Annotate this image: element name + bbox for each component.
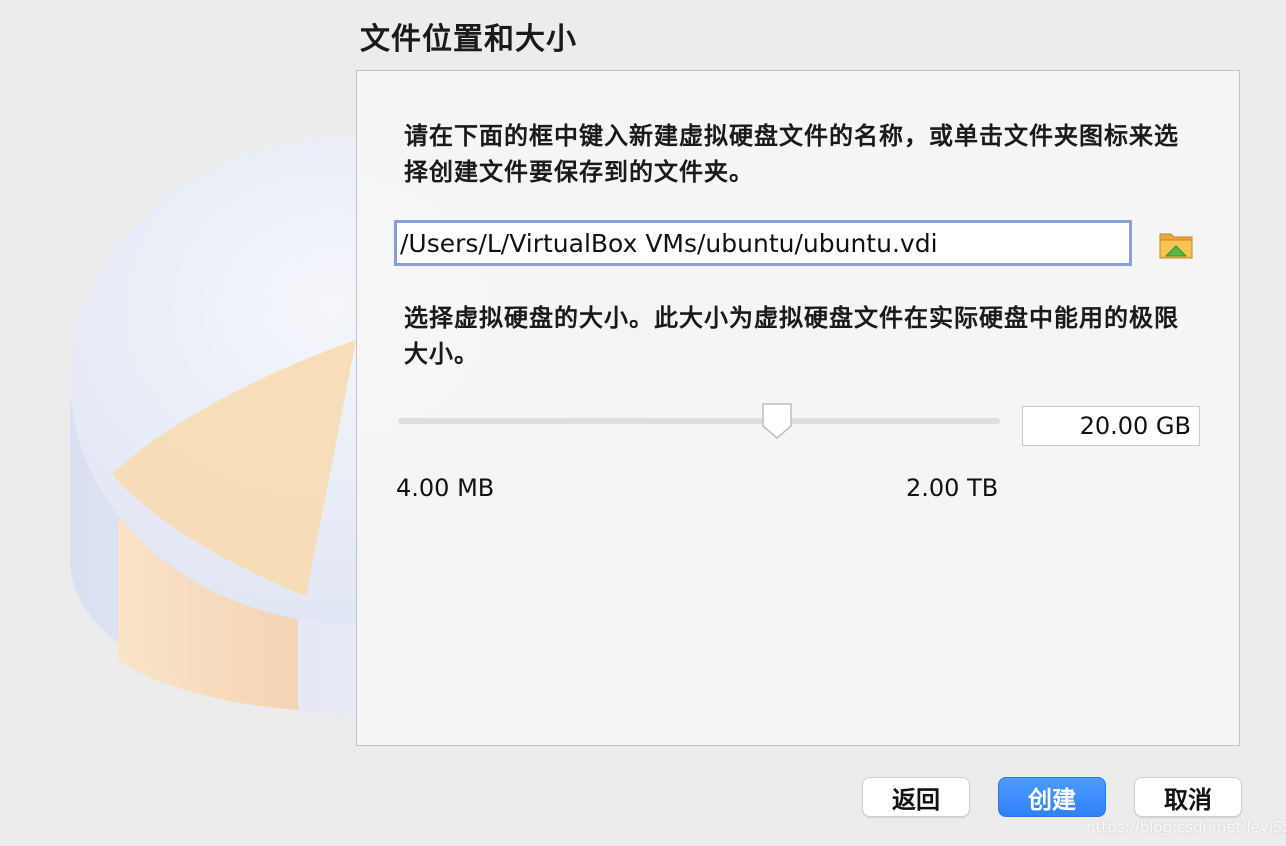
virtual-disk-wizard-window: 文件位置和大小 请在下面的框中键入新建虚拟硬盘文件的名称，或单击文件夹图标来选择… <box>0 0 1286 846</box>
location-description: 请在下面的框中键入新建虚拟硬盘文件的名称，或单击文件夹图标来选择创建文件要保存到… <box>404 122 1179 186</box>
size-slider-thumb[interactable] <box>759 402 795 440</box>
watermark: https://blog.csdn.net/leyi520 <box>1086 818 1286 836</box>
disk-side <box>70 400 360 716</box>
create-button[interactable]: 创建 <box>998 777 1106 817</box>
size-min-label: 4.00 MB <box>396 474 495 502</box>
page-title: 文件位置和大小 <box>360 22 577 57</box>
choose-folder-button[interactable] <box>1158 226 1194 262</box>
cancel-button[interactable]: 取消 <box>1134 777 1242 817</box>
disk-pie-slice <box>112 340 356 596</box>
folder-icon <box>1159 233 1193 259</box>
back-button[interactable]: 返回 <box>862 777 970 817</box>
size-max-label: 2.00 TB <box>906 474 999 502</box>
disk-side-orange-band <box>118 520 298 710</box>
file-path-input[interactable] <box>394 220 1132 266</box>
size-input[interactable] <box>1022 406 1200 446</box>
size-slider-track[interactable] <box>398 418 1000 424</box>
size-description: 选择虚拟硬盘的大小。此大小为虚拟硬盘文件在实际硬盘中能用的极限大小。 <box>404 304 1179 368</box>
